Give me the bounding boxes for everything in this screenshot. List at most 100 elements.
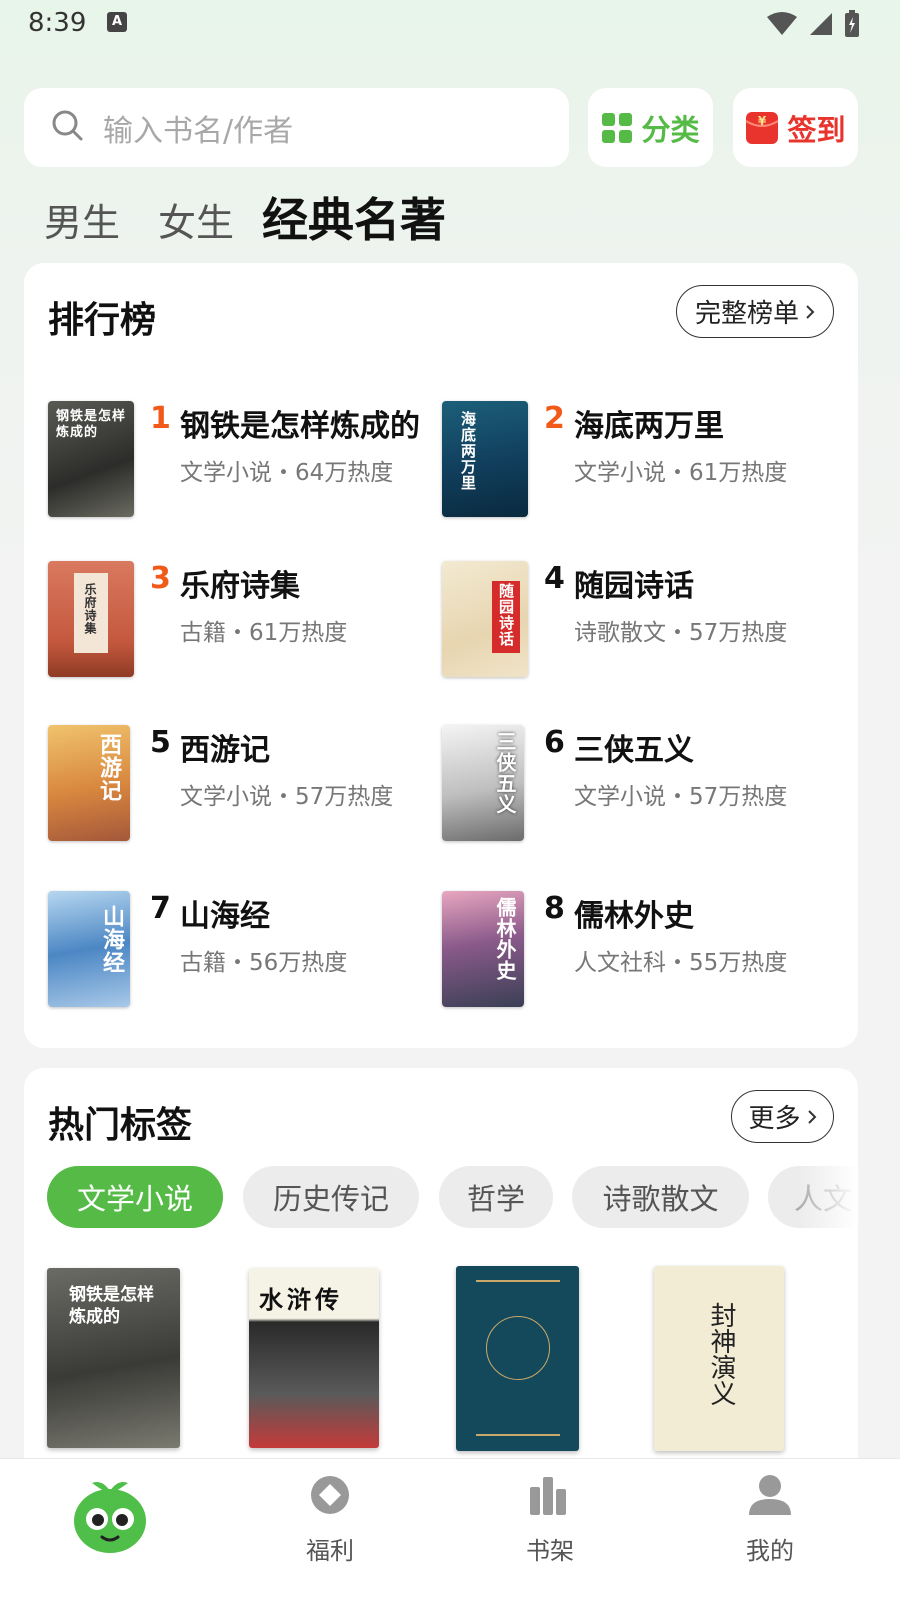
rank-number: 5	[150, 725, 171, 760]
chevron-right-icon	[806, 304, 815, 319]
cover-title: 山海经	[99, 905, 124, 974]
book-meta: 古籍・56万热度	[180, 950, 348, 976]
full-ranking-button[interactable]: 完整榜单	[676, 285, 834, 338]
category-label: 分类	[641, 112, 700, 147]
nav-benefits[interactable]: 福利	[270, 1459, 390, 1600]
book-title: 乐府诗集	[180, 569, 300, 604]
home-mascot-icon	[74, 1482, 146, 1553]
tab-male[interactable]: 男生	[44, 192, 120, 247]
book-meta: 诗歌散文・57万热度	[574, 620, 788, 646]
status-time: 8:39	[28, 8, 87, 38]
tab-classics[interactable]: 经典名著	[262, 184, 446, 250]
ranking-item-7[interactable]: 山海经 7 山海经 古籍・56万热度	[48, 891, 438, 1011]
tag-book-1[interactable]: 钢铁是怎样炼成的	[47, 1268, 180, 1448]
search-icon	[52, 110, 83, 141]
tag-poetry[interactable]: 诗歌散文	[572, 1166, 749, 1228]
nav-benefits-label: 福利	[306, 1537, 354, 1565]
signal-icon	[810, 13, 832, 35]
book-meta: 人文社科・55万热度	[574, 950, 788, 976]
rank-number: 8	[544, 891, 565, 926]
book-title: 海底两万里	[574, 409, 724, 444]
status-icons	[766, 10, 860, 38]
rank-number: 4	[544, 561, 565, 596]
book-title: 钢铁是怎样炼成的	[180, 409, 420, 444]
status-bar: 8:39 A	[0, 0, 900, 50]
rank-number: 2	[544, 401, 565, 436]
rank-number: 7	[150, 891, 171, 926]
full-ranking-label: 完整榜单	[694, 299, 799, 329]
cover-title: 海底两万里	[459, 411, 477, 491]
tag-fade	[798, 1158, 858, 1238]
ranking-item-8[interactable]: 儒林外史 8 儒林外史 人文社科・55万热度	[442, 891, 832, 1011]
nav-bookshelf[interactable]: 书架	[490, 1459, 610, 1600]
nav-profile[interactable]: 我的	[710, 1459, 830, 1600]
checkin-label: 签到	[787, 112, 846, 147]
tag-book-3[interactable]	[456, 1266, 579, 1451]
bottom-nav: 福利 书架 我的	[0, 1458, 900, 1600]
category-button[interactable]: 分类	[588, 88, 713, 167]
cover-title: 封神演义	[706, 1302, 736, 1406]
book-meta: 文学小说・64万热度	[180, 460, 394, 486]
checkin-button[interactable]: ¥ 签到	[733, 88, 858, 167]
hot-tags-card: 热门标签 更多 文学小说 历史传记 哲学 诗歌散文 人文 钢铁是怎样炼成的 水浒…	[24, 1068, 858, 1488]
book-title: 儒林外史	[574, 899, 694, 934]
book-cover: 乐府诗集	[48, 561, 134, 677]
rank-number: 3	[150, 561, 171, 596]
book-cover: 儒林外史	[442, 891, 524, 1007]
tag-book-4[interactable]: 封神演义	[654, 1266, 784, 1451]
search-placeholder: 输入书名/作者	[103, 114, 294, 149]
diamond-icon	[311, 1476, 349, 1514]
category-grid-icon	[602, 112, 633, 143]
more-tags-label: 更多	[748, 1104, 801, 1134]
rank-number: 1	[150, 401, 171, 436]
book-cover: 三侠五义	[442, 725, 524, 841]
cover-title: 钢铁是怎样炼成的	[69, 1285, 154, 1327]
cover-title: 水浒传	[259, 1286, 343, 1314]
ranking-item-2[interactable]: 海底两万里 2 海底两万里 文学小说・61万热度	[442, 401, 832, 521]
nav-profile-label: 我的	[746, 1537, 794, 1565]
book-title: 山海经	[180, 899, 270, 934]
ranking-item-4[interactable]: 随园诗话 4 随园诗话 诗歌散文・57万热度	[442, 561, 832, 681]
wifi-icon	[767, 12, 797, 35]
book-meta: 文学小说・61万热度	[574, 460, 788, 486]
rank-number: 6	[544, 725, 565, 760]
cover-title: 钢铁是怎样炼成的	[56, 409, 127, 440]
hot-tags-title: 热门标签	[48, 1105, 193, 1146]
tab-female[interactable]: 女生	[158, 192, 234, 247]
ranking-item-1[interactable]: 钢铁是怎样炼成的 1 钢铁是怎样炼成的 文学小说・64万热度	[48, 401, 438, 521]
book-title: 西游记	[180, 733, 270, 768]
tag-book-2[interactable]: 水浒传	[249, 1268, 379, 1448]
book-meta: 文学小说・57万热度	[180, 784, 394, 810]
book-meta: 文学小说・57万热度	[574, 784, 788, 810]
tag-literature[interactable]: 文学小说	[47, 1166, 223, 1228]
nav-home[interactable]	[50, 1459, 170, 1600]
book-cover: 钢铁是怎样炼成的	[48, 401, 134, 517]
book-meta: 古籍・61万热度	[180, 620, 348, 646]
book-cover: 海底两万里	[442, 401, 528, 517]
book-cover: 西游记	[48, 725, 130, 841]
book-title: 三侠五义	[574, 733, 694, 768]
book-cover: 山海经	[48, 891, 130, 1007]
svg-text:¥: ¥	[758, 114, 767, 128]
red-envelope-icon: ¥	[745, 111, 780, 144]
ranking-title: 排行榜	[48, 300, 157, 341]
tag-philosophy[interactable]: 哲学	[439, 1166, 553, 1228]
cover-title: 西游记	[96, 733, 121, 802]
nav-bookshelf-label: 书架	[526, 1537, 574, 1565]
cover-title: 随园诗话	[497, 583, 515, 647]
battery-icon	[845, 10, 859, 37]
chevron-right-icon	[807, 1109, 816, 1124]
ranking-card: 排行榜 完整榜单 钢铁是怎样炼成的 1 钢铁是怎样炼成的 文学小说・64万热度 …	[24, 263, 858, 1048]
bookshelf-icon	[530, 1477, 566, 1515]
ranking-item-6[interactable]: 三侠五义 6 三侠五义 文学小说・57万热度	[442, 725, 832, 845]
cover-title: 乐府诗集	[83, 583, 97, 635]
ranking-item-5[interactable]: 西游记 5 西游记 文学小说・57万热度	[48, 725, 438, 845]
book-title: 随园诗话	[574, 569, 694, 604]
ranking-item-3[interactable]: 乐府诗集 3 乐府诗集 古籍・61万热度	[48, 561, 438, 681]
cover-title: 儒林外史	[493, 897, 517, 981]
tag-history[interactable]: 历史传记	[243, 1166, 419, 1228]
cover-title: 三侠五义	[493, 731, 517, 815]
notification-icon: A	[107, 12, 127, 32]
profile-icon	[749, 1475, 791, 1515]
more-tags-button[interactable]: 更多	[731, 1090, 834, 1143]
